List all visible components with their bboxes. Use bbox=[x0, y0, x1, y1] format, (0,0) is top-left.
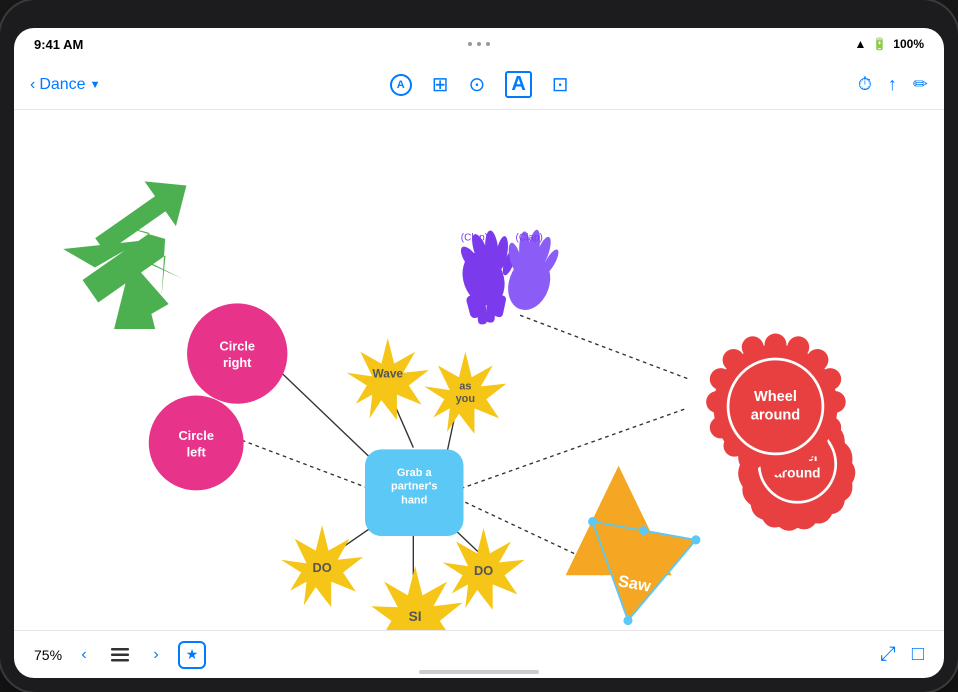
toolbar-center: A ⊞ ⊙ A ⊡ bbox=[100, 71, 857, 98]
list-button[interactable] bbox=[106, 641, 134, 669]
svg-text:right: right bbox=[223, 355, 252, 370]
svg-text:Wheel: Wheel bbox=[754, 389, 797, 405]
wifi-icon: ▲ bbox=[854, 37, 866, 51]
status-bar: 9:41 AM ▲ 🔋 100% bbox=[14, 28, 944, 60]
shapes-tool-button[interactable]: A bbox=[390, 74, 412, 96]
wave-shape[interactable]: Wave bbox=[347, 338, 429, 420]
svg-text:DO: DO bbox=[474, 563, 493, 578]
status-dot-1 bbox=[468, 42, 472, 46]
circle-right-shape[interactable]: Circle right bbox=[187, 303, 287, 403]
svg-text:DO: DO bbox=[313, 560, 332, 575]
star-button[interactable]: ★ bbox=[178, 641, 206, 669]
bottom-left: 75% ‹ › ★ bbox=[34, 641, 206, 669]
status-dot-3 bbox=[486, 42, 490, 46]
wheel-around-scallop[interactable]: Wheel around bbox=[706, 334, 846, 475]
circle-left-shape[interactable]: Circle left bbox=[149, 396, 244, 491]
as-you-shape[interactable]: as you bbox=[424, 352, 506, 434]
grab-partner-shape[interactable]: Grab a partner's hand bbox=[365, 449, 464, 536]
timer-icon[interactable]: ⏱ bbox=[858, 74, 872, 95]
nav-next-button[interactable]: › bbox=[142, 641, 170, 669]
text-tool-button[interactable]: A bbox=[505, 71, 531, 98]
clap-hands[interactable]: (Clap) (Clap) bbox=[455, 229, 561, 325]
toolbar-left: ‹ Dance ▼ bbox=[30, 76, 100, 94]
svg-text:SI: SI bbox=[409, 609, 422, 624]
svg-text:around: around bbox=[751, 407, 800, 423]
toolbar-right: ⏱ ↑ ✏ bbox=[858, 74, 928, 95]
svg-text:partner's: partner's bbox=[391, 481, 437, 493]
arrange-icon[interactable]: ⤢ bbox=[880, 643, 896, 666]
svg-text:Wave: Wave bbox=[373, 367, 404, 381]
do-right-shape[interactable]: DO bbox=[443, 528, 525, 610]
do-left-shape[interactable]: DO bbox=[281, 525, 363, 607]
svg-text:Circle: Circle bbox=[178, 428, 213, 443]
canvas[interactable]: Wave as you DO SI bbox=[14, 110, 944, 630]
status-right: ▲ 🔋 100% bbox=[854, 37, 924, 51]
table-tool-button[interactable]: ⊞ bbox=[432, 72, 449, 97]
dropdown-icon[interactable]: ▼ bbox=[90, 79, 101, 91]
zoom-label: 75% bbox=[34, 647, 62, 663]
status-time: 9:41 AM bbox=[34, 37, 83, 52]
media-tool-button[interactable]: ⊙ bbox=[469, 72, 486, 97]
si-shape[interactable]: SI bbox=[371, 566, 462, 630]
ipad-frame: 9:41 AM ▲ 🔋 100% ‹ Dance ▼ bbox=[0, 0, 958, 692]
svg-text:you: you bbox=[456, 393, 475, 405]
fullscreen-icon[interactable]: □ bbox=[912, 643, 924, 666]
star-icon: ★ bbox=[186, 646, 199, 663]
edit-icon[interactable]: ✏ bbox=[913, 74, 928, 95]
bottom-bar: 75% ‹ › ★ ⤢ □ bbox=[14, 630, 944, 678]
image-tool-button[interactable]: ⊡ bbox=[552, 72, 569, 97]
battery-label: 100% bbox=[893, 37, 924, 51]
svg-text:Circle: Circle bbox=[220, 339, 255, 354]
svg-text:Grab a: Grab a bbox=[397, 467, 433, 479]
back-button[interactable]: ‹ Dance ▼ bbox=[30, 76, 100, 94]
toolbar-title: Dance bbox=[39, 76, 85, 94]
bottom-right: ⤢ □ bbox=[880, 643, 924, 666]
screen: 9:41 AM ▲ 🔋 100% ‹ Dance ▼ bbox=[14, 28, 944, 678]
svg-text:as: as bbox=[459, 380, 471, 392]
battery-icon: 🔋 bbox=[872, 37, 887, 51]
toolbar: ‹ Dance ▼ A ⊞ ⊙ A ⊡ ⏱ ↑ ✏ bbox=[14, 60, 944, 110]
canvas-svg: Wave as you DO SI bbox=[14, 110, 944, 630]
svg-text:hand: hand bbox=[401, 494, 427, 506]
status-dot-2 bbox=[477, 42, 481, 46]
svg-text:(Clap): (Clap) bbox=[516, 232, 543, 243]
back-icon: ‹ bbox=[30, 76, 35, 94]
svg-text:(Clap): (Clap) bbox=[461, 232, 488, 243]
svg-text:left: left bbox=[187, 444, 207, 459]
nav-prev-button[interactable]: ‹ bbox=[70, 641, 98, 669]
share-icon[interactable]: ↑ bbox=[888, 74, 897, 95]
